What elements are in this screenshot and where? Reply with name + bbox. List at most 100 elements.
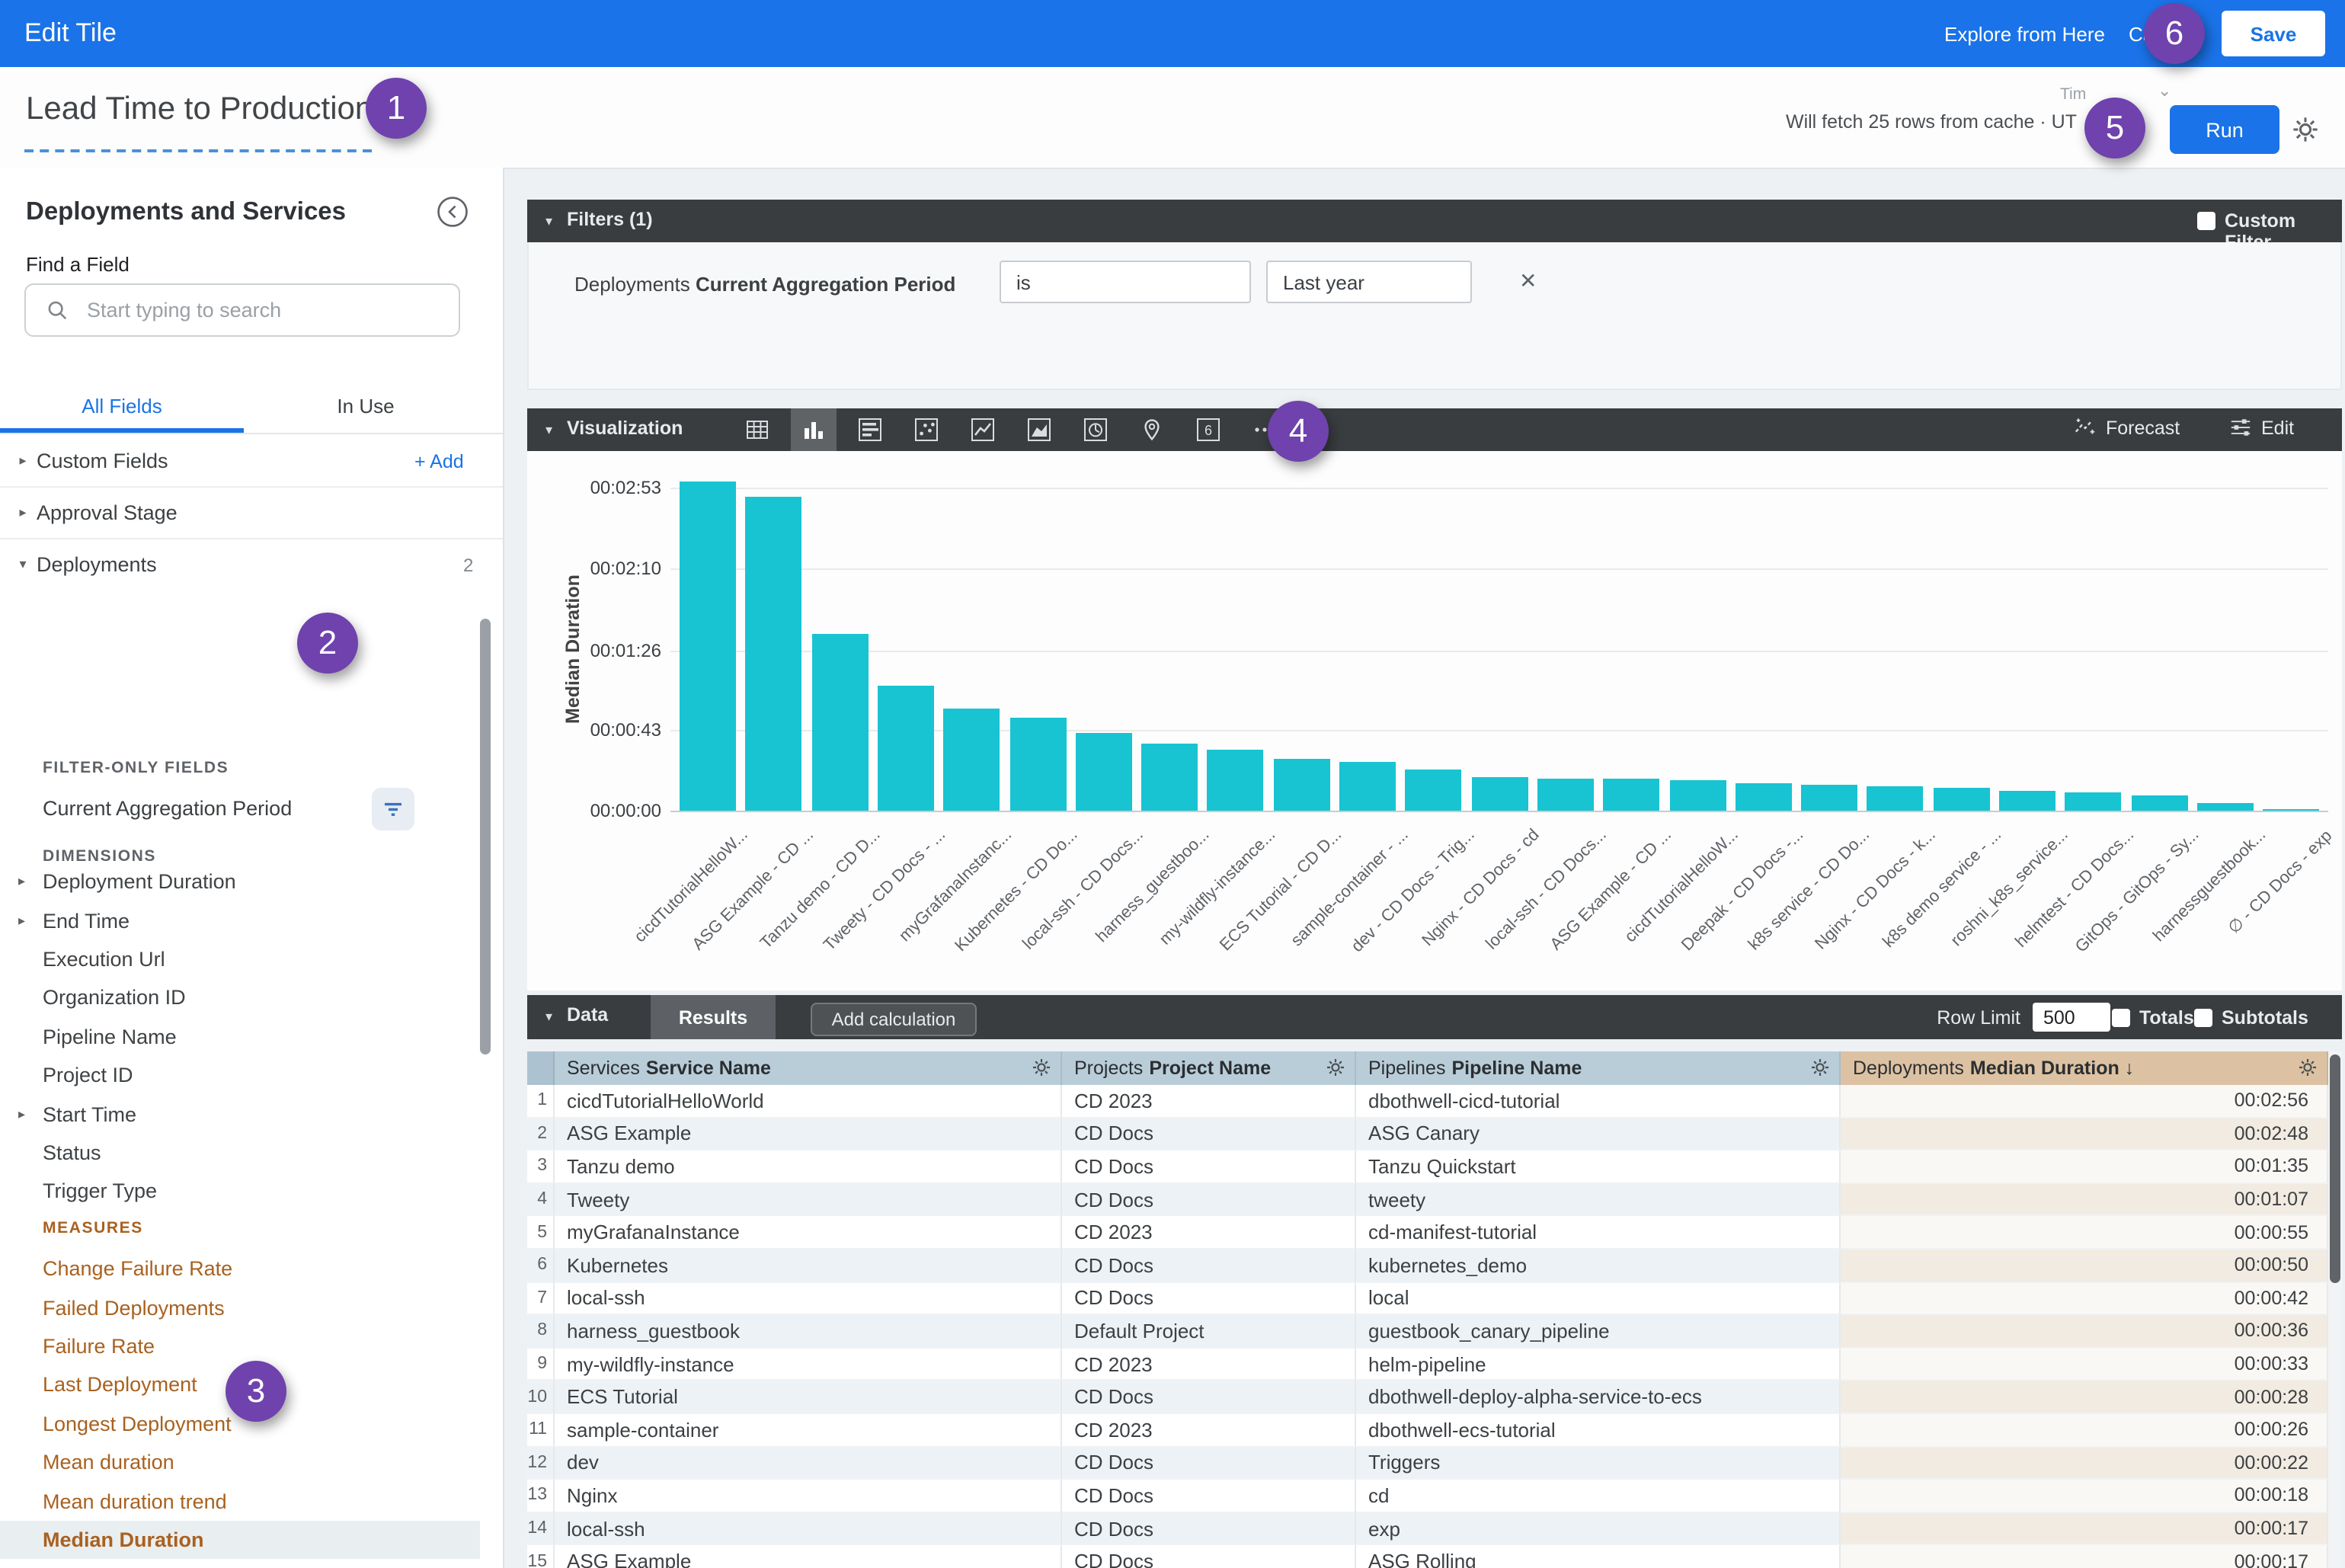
chart-bar[interactable] xyxy=(943,708,1000,811)
measure-failed-deployments[interactable]: Failed Deployments xyxy=(0,1288,480,1327)
chart-bar[interactable] xyxy=(1273,758,1329,811)
chart-bar[interactable] xyxy=(1801,785,1857,811)
sidebar-section-custom-fields[interactable]: ▸Custom Fields+ Add xyxy=(0,436,503,488)
sidebar-section-approval-stage[interactable]: ▸Approval Stage xyxy=(0,488,503,539)
sidebar-scrollbar[interactable] xyxy=(480,619,491,1054)
table-row[interactable]: 1cicdTutorialHelloWorldCD 2023dbothwell-… xyxy=(527,1085,2342,1118)
column-header-pipeline-name[interactable]: PipelinesPipeline Name xyxy=(1356,1051,1841,1085)
filter-icon[interactable] xyxy=(372,788,414,830)
results-tab[interactable]: Results xyxy=(651,995,776,1039)
table-scrollbar[interactable] xyxy=(2328,1051,2342,1568)
viz-type-bar-icon[interactable] xyxy=(847,408,893,451)
viz-type-single-value-icon[interactable]: 6 xyxy=(1185,408,1231,451)
subtotals-checkbox[interactable] xyxy=(2194,1008,2212,1026)
field-search-box[interactable] xyxy=(24,283,460,337)
chart-bar[interactable] xyxy=(1669,781,1726,811)
tab-all-fields[interactable]: All Fields xyxy=(0,381,244,431)
collapse-sidebar-icon[interactable] xyxy=(436,195,469,229)
measure-median-duration[interactable]: Median Duration xyxy=(0,1520,480,1559)
table-row[interactable]: 6KubernetesCD Docskubernetes_demo00:00:5… xyxy=(527,1250,2342,1282)
chart-bar[interactable] xyxy=(1471,777,1528,811)
table-row[interactable]: 11sample-containerCD 2023dbothwell-ecs-t… xyxy=(527,1414,2342,1447)
chart-bar[interactable] xyxy=(1736,782,1792,811)
table-row[interactable]: 5myGrafanaInstanceCD 2023cd-manifest-tut… xyxy=(527,1217,2342,1250)
filter-value-select[interactable]: Last year xyxy=(1266,261,1472,303)
chart-bar[interactable] xyxy=(1537,779,1594,811)
measure-mean-duration[interactable]: Mean duration xyxy=(0,1443,480,1482)
table-row[interactable]: 15ASG ExampleCD DocsASG Rolling00:00:17 xyxy=(527,1546,2342,1568)
chart-bar[interactable] xyxy=(2263,809,2319,811)
chart-bar[interactable] xyxy=(1009,717,1066,811)
explore-from-here-button[interactable]: Explore from Here xyxy=(1944,23,2105,46)
measure-change-failure-rate[interactable]: Change Failure Rate xyxy=(0,1250,480,1288)
dimension-start-time[interactable]: ▸Start Time xyxy=(0,1095,480,1134)
add-custom-field-button[interactable]: + Add xyxy=(414,450,464,472)
remove-filter-icon[interactable]: ✕ xyxy=(1519,268,1537,294)
row-limit-input[interactable] xyxy=(2033,1003,2110,1032)
dimension-pipeline-name[interactable]: Pipeline Name xyxy=(0,1017,480,1056)
table-row[interactable]: 10ECS TutorialCD Docsdbothwell-deploy-al… xyxy=(527,1381,2342,1414)
table-row[interactable]: 4TweetyCD Docstweety00:01:07 xyxy=(527,1184,2342,1217)
chart-bar[interactable] xyxy=(2065,792,2122,811)
dimension-trigger-type[interactable]: Trigger Type xyxy=(0,1172,480,1211)
filter-operator-select[interactable]: is xyxy=(1000,261,1251,303)
timezone-label[interactable]: Tim xyxy=(2060,85,2086,104)
dimension-organization-id[interactable]: Organization ID xyxy=(0,978,480,1017)
chart-bar[interactable] xyxy=(1141,744,1198,811)
table-row[interactable]: 8harness_guestbookDefault Projectguestbo… xyxy=(527,1315,2342,1348)
viz-type-area-icon[interactable] xyxy=(1016,408,1062,451)
measure-failure-rate[interactable]: Failure Rate xyxy=(0,1327,480,1366)
save-button[interactable]: Save xyxy=(2222,11,2325,56)
forecast-button[interactable]: Forecast xyxy=(2074,416,2180,439)
totals-checkbox[interactable] xyxy=(2112,1008,2130,1026)
filters-section-bar[interactable]: ▾ Filters (1) Custom Filter xyxy=(527,200,2342,242)
chart-bar[interactable] xyxy=(1867,786,1924,811)
data-section-bar[interactable]: ▾ Data Results Add calculation Row Limit… xyxy=(527,995,2342,1039)
dimension-execution-url[interactable]: Execution Url xyxy=(0,940,480,979)
custom-filter-checkbox[interactable] xyxy=(2197,212,2215,230)
table-row[interactable]: 7local-sshCD Docslocal00:00:42 xyxy=(527,1282,2342,1315)
sidebar-item-current-aggregation-period[interactable]: Current Aggregation Period xyxy=(0,786,503,832)
measure-success-rate[interactable]: Success Rate xyxy=(0,1559,480,1568)
chart-bar[interactable] xyxy=(1208,749,1264,811)
chart-bar[interactable] xyxy=(746,497,802,811)
search-input[interactable] xyxy=(84,297,425,323)
tab-in-use[interactable]: In Use xyxy=(244,381,488,431)
viz-type-scatter-icon[interactable] xyxy=(904,408,949,451)
dimension-end-time[interactable]: ▸End Time xyxy=(0,901,480,940)
viz-type-line-icon[interactable] xyxy=(960,408,1006,451)
chart-bar[interactable] xyxy=(1603,779,1659,811)
table-row[interactable]: 2ASG ExampleCD DocsASG Canary00:02:48 xyxy=(527,1118,2342,1150)
dimension-status[interactable]: Status xyxy=(0,1133,480,1172)
table-row[interactable]: 9my-wildfly-instanceCD 2023helm-pipeline… xyxy=(527,1349,2342,1381)
measure-mean-duration-trend[interactable]: Mean duration trend xyxy=(0,1482,480,1521)
viz-type-map-icon[interactable] xyxy=(1129,408,1175,451)
chart-bar[interactable] xyxy=(1339,762,1396,811)
dimension-deployment-duration[interactable]: ▸Deployment Duration xyxy=(0,862,480,901)
visualization-section-bar[interactable]: ▾ Visualization 6 Forecast Edit xyxy=(527,408,2342,451)
viz-type-pie-icon[interactable] xyxy=(1073,408,1118,451)
dimension-project-id[interactable]: Project ID xyxy=(0,1056,480,1095)
chart-bar[interactable] xyxy=(878,686,934,811)
column-header-service-name[interactable]: ServicesService Name xyxy=(555,1051,1062,1085)
chart-bar[interactable] xyxy=(1999,790,2055,811)
table-row[interactable]: 3Tanzu demoCD DocsTanzu Quickstart00:01:… xyxy=(527,1150,2342,1183)
chart-bar[interactable] xyxy=(1933,789,1989,811)
run-button[interactable]: Run xyxy=(2170,105,2279,154)
add-calculation-button[interactable]: Add calculation xyxy=(811,1002,977,1035)
tile-title[interactable]: Lead Time to Production xyxy=(26,91,373,128)
chart-bar[interactable] xyxy=(811,633,868,811)
chart-bar[interactable] xyxy=(680,482,736,811)
viz-type-table-icon[interactable] xyxy=(734,408,780,451)
table-row[interactable]: 14local-sshCD Docsexp00:00:17 xyxy=(527,1512,2342,1545)
table-row[interactable]: 13NginxCD Docscd00:00:18 xyxy=(527,1480,2342,1512)
edit-visualization-button[interactable]: Edit xyxy=(2229,416,2294,439)
chart-bar[interactable] xyxy=(2131,795,2187,811)
column-header-project-name[interactable]: ProjectsProject Name xyxy=(1062,1051,1356,1085)
chart-bar[interactable] xyxy=(2197,803,2254,811)
query-settings-gear-icon[interactable] xyxy=(2292,116,2319,143)
sidebar-section-deployments[interactable]: ▾Deployments2 xyxy=(0,539,503,590)
viz-type-column-icon[interactable] xyxy=(791,408,837,451)
chart-bar[interactable] xyxy=(1406,770,1462,811)
column-header-median-duration[interactable]: DeploymentsMedian Duration ↓ xyxy=(1841,1051,2328,1085)
